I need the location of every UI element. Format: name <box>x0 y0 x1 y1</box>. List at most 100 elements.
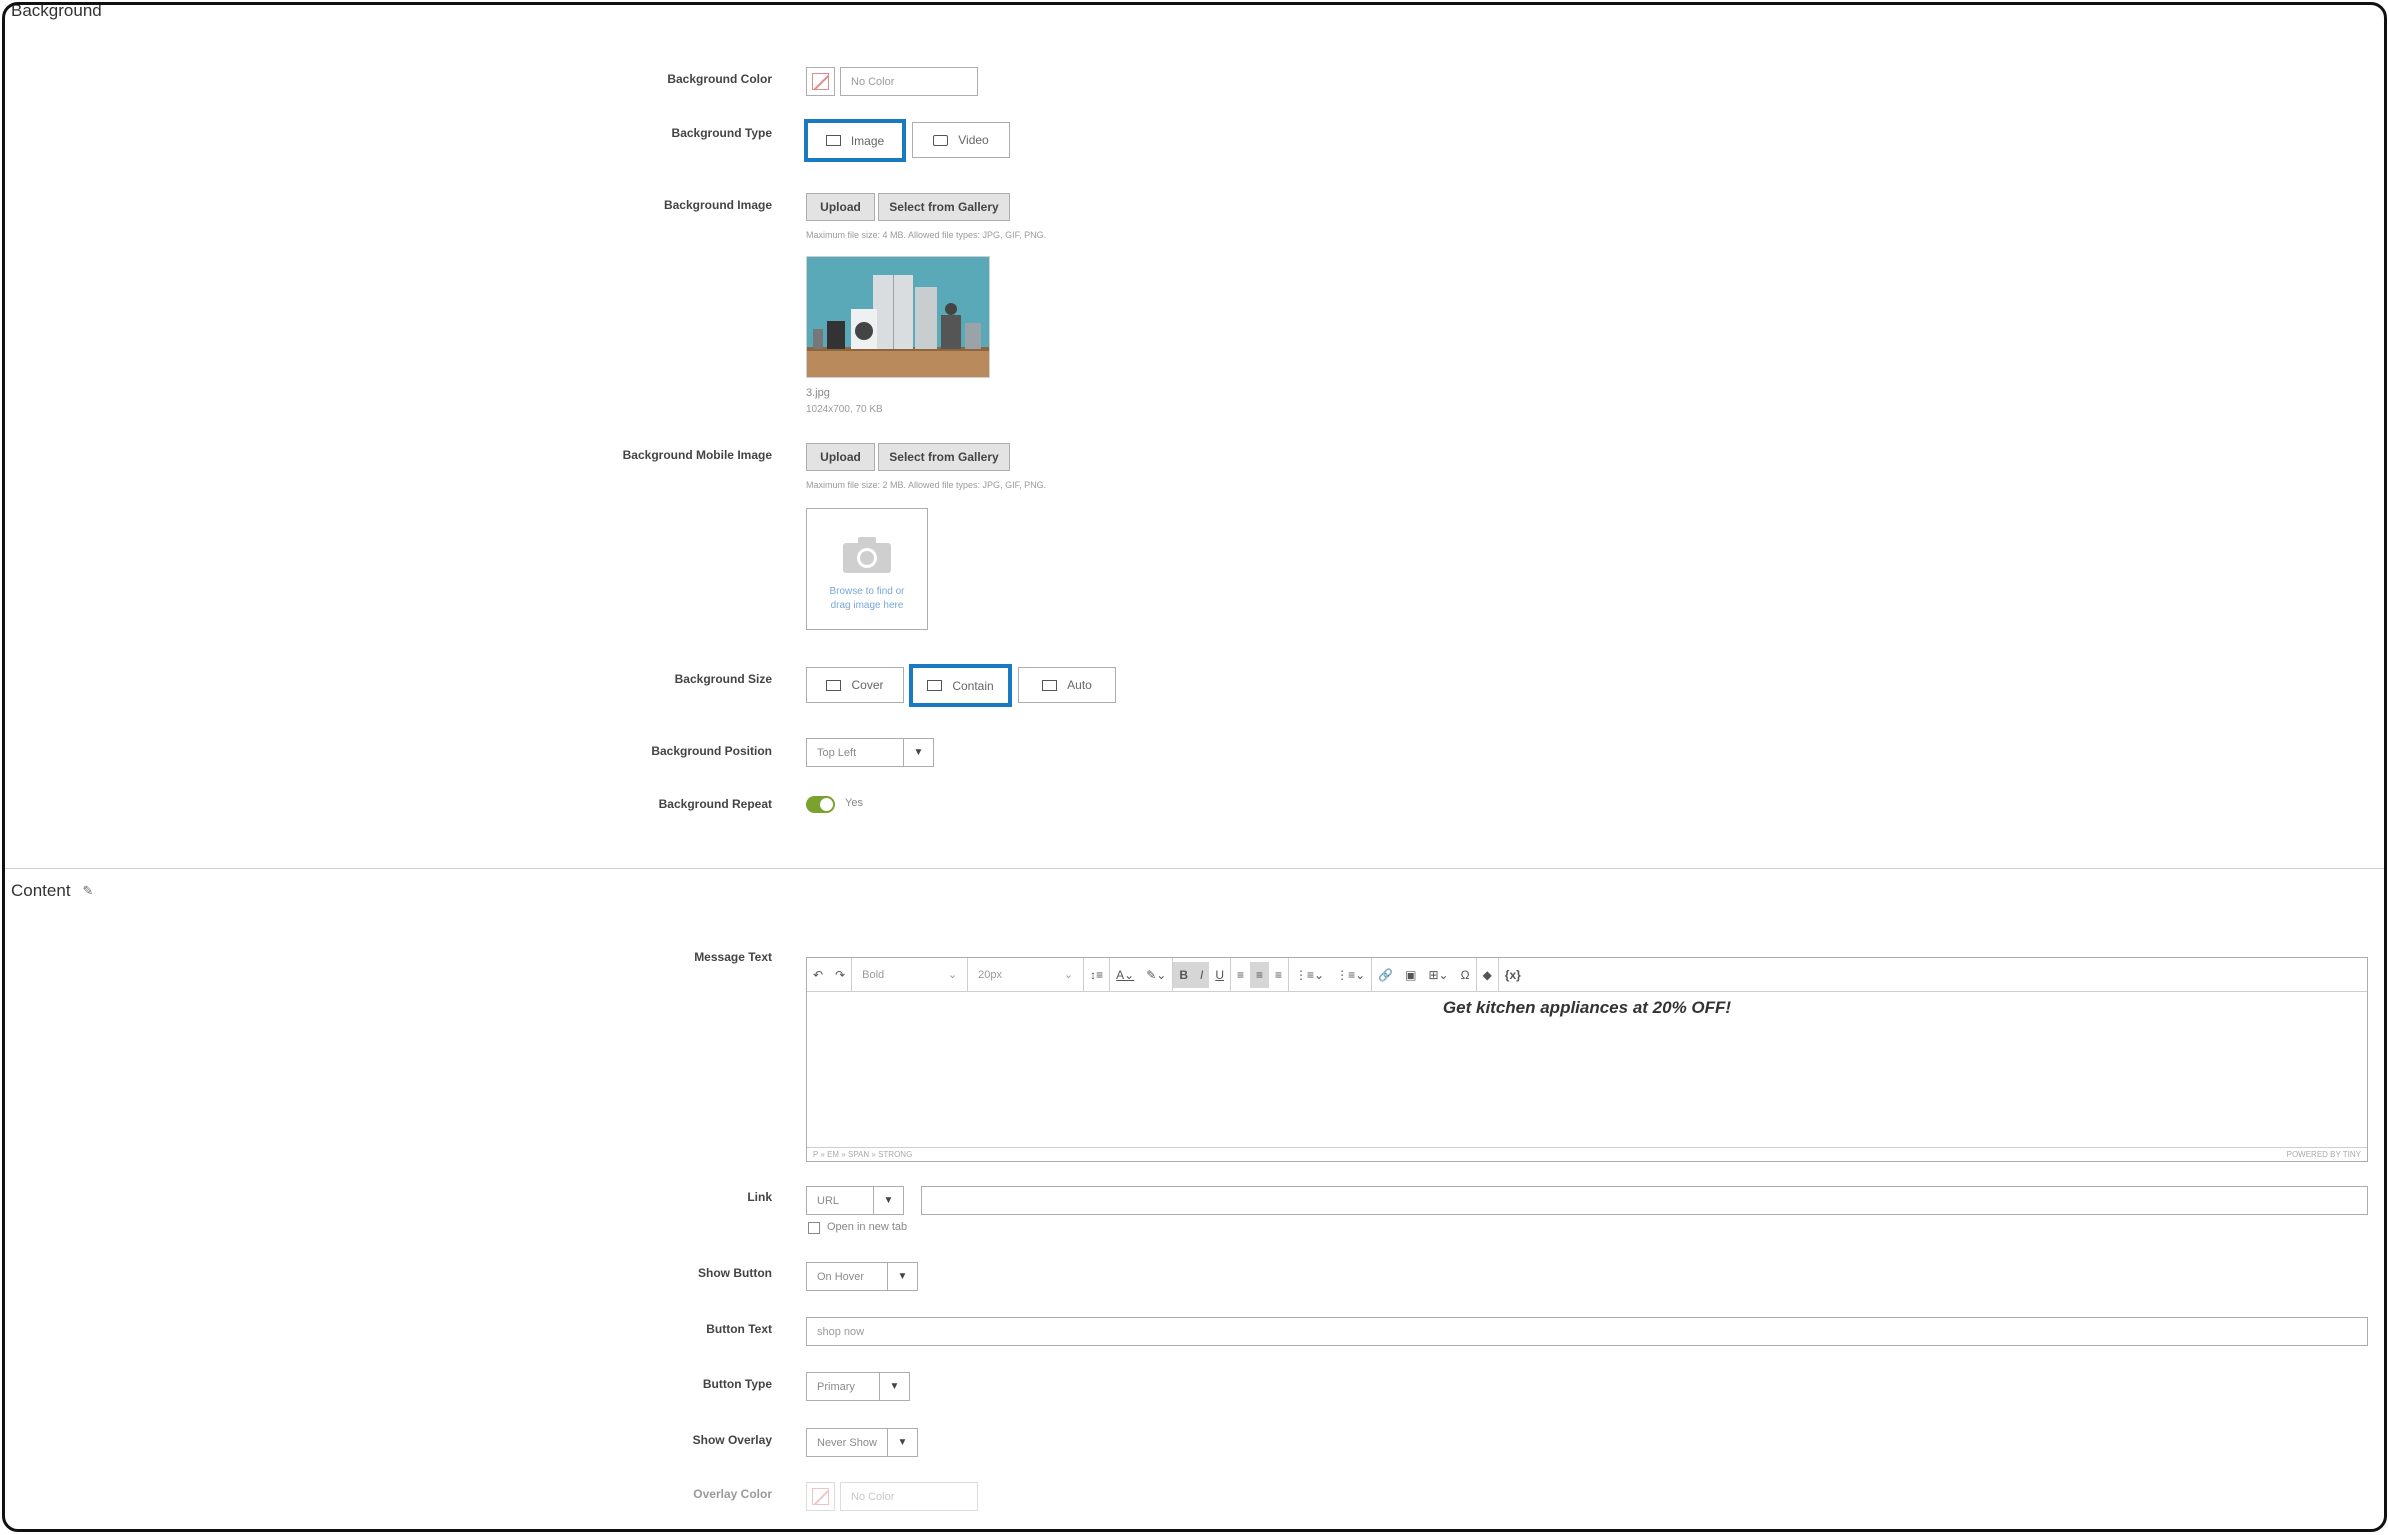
show-button-label: Show Button <box>698 1266 772 1280</box>
background-repeat-value: Yes <box>845 797 863 809</box>
font-size-select[interactable]: 20px ⌄ <box>968 957 1085 992</box>
open-in-new-tab-label: Open in new tab <box>827 1221 908 1233</box>
special-character-icon[interactable]: Ω <box>1455 962 1476 988</box>
background-position-label: Background Position <box>651 744 772 758</box>
align-left-icon[interactable]: ≡ <box>1231 962 1250 988</box>
background-image-gallery-button[interactable]: Select from Gallery <box>878 193 1010 221</box>
background-size-auto-label: Auto <box>1067 678 1092 692</box>
button-type-value: Primary <box>817 1380 855 1393</box>
chevron-down-icon: ▼ <box>887 1263 917 1290</box>
mobile-image-dropzone[interactable]: Browse to find or drag image here <box>806 508 928 630</box>
dropzone-text: Browse to find or drag image here <box>829 586 905 611</box>
message-text-editor[interactable]: ↶ ↷ Bold ⌄ 20px ⌄ ↕≡ A⌄ ✎⌄ B I U ≡ ≡ ≡ ⋮≡⌄… <box>806 957 2368 1162</box>
show-button-value: On Hover <box>817 1270 865 1283</box>
background-size-auto-option[interactable]: Auto <box>1018 667 1116 703</box>
background-color-input[interactable]: No Color <box>840 67 978 96</box>
bullet-list-icon[interactable]: ⋮≡⌄ <box>1330 962 1371 988</box>
background-type-image-option[interactable]: Image <box>804 119 906 162</box>
background-mobile-image-gallery-button[interactable]: Select from Gallery <box>878 443 1010 471</box>
auto-icon <box>1042 679 1058 691</box>
chevron-down-icon: ⌄ <box>1063 969 1074 981</box>
chevron-down-icon: ▼ <box>873 1187 903 1214</box>
editor-statusbar: P » EM » SPAN » STRONG POWERED BY TINY <box>807 1147 2367 1161</box>
show-overlay-value: Never Show <box>817 1436 877 1449</box>
background-size-contain-label: Contain <box>952 678 994 693</box>
background-position-select[interactable]: Top Left ▼ <box>806 738 934 767</box>
show-overlay-select[interactable]: Never Show ▼ <box>806 1428 918 1457</box>
background-repeat-label: Background Repeat <box>658 797 772 811</box>
chevron-down-icon: ▼ <box>879 1373 909 1400</box>
background-repeat-toggle[interactable] <box>806 796 835 813</box>
align-right-icon[interactable]: ≡ <box>1269 962 1288 988</box>
text-color-icon[interactable]: A⌄ <box>1110 962 1140 988</box>
background-image-note: Maximum file size: 4 MB. Allowed file ty… <box>806 230 1047 240</box>
background-color-swatch[interactable] <box>806 67 835 96</box>
background-size-cover-option[interactable]: Cover <box>806 667 904 703</box>
link-type-select[interactable]: URL ▼ <box>806 1186 904 1215</box>
button-text-input[interactable]: shop now <box>806 1317 2368 1346</box>
underline-icon[interactable]: U <box>1209 962 1230 988</box>
open-in-new-tab-checkbox[interactable] <box>808 1222 820 1234</box>
background-size-cover-label: Cover <box>851 678 884 692</box>
button-type-label: Button Type <box>702 1377 772 1391</box>
message-text-content[interactable]: Get kitchen appliances at 20% OFF! <box>807 998 2367 1018</box>
background-image-thumbnail[interactable] <box>806 256 990 378</box>
chevron-down-icon: ▼ <box>887 1429 917 1456</box>
kitchen-appliances-photo <box>807 257 989 377</box>
section-title-background: Background <box>11 2 102 20</box>
background-type-label: Background Type <box>671 126 772 140</box>
italic-icon[interactable]: I <box>1193 961 1210 988</box>
align-center-icon[interactable]: ≡ <box>1250 961 1270 988</box>
background-image-upload-button[interactable]: Upload <box>806 193 875 221</box>
insert-image-icon[interactable]: ▣ <box>1399 962 1422 988</box>
button-text-label: Button Text <box>706 1322 772 1336</box>
background-size-contain-option[interactable]: Contain <box>909 664 1012 707</box>
section-title-content: Content <box>11 881 71 900</box>
message-text-label: Message Text <box>694 950 772 964</box>
link-icon[interactable]: 🔗 <box>1372 962 1399 988</box>
button-type-select[interactable]: Primary ▼ <box>806 1372 910 1401</box>
background-image-file-meta: 1024x700, 70 KB <box>806 404 883 415</box>
background-image-label: Background Image <box>663 198 772 212</box>
show-overlay-label: Show Overlay <box>692 1433 772 1447</box>
background-mobile-image-upload-button[interactable]: Upload <box>806 443 875 471</box>
background-size-label: Background Size <box>674 672 772 686</box>
page-builder-panel: Background Background Color No Color Bac… <box>2 2 2387 1532</box>
link-label: Link <box>747 1190 772 1204</box>
overlay-color-input[interactable]: No Color <box>840 1482 978 1511</box>
show-button-select[interactable]: On Hover ▼ <box>806 1262 918 1291</box>
link-url-input[interactable] <box>921 1186 2368 1215</box>
overlay-color-swatch[interactable] <box>806 1482 835 1511</box>
editor-element-path: P » EM » SPAN » STRONG <box>813 1150 913 1159</box>
pencil-icon[interactable]: ✎ <box>83 883 94 899</box>
highlight-color-icon[interactable]: ✎⌄ <box>1140 962 1172 988</box>
overlay-color-label: Overlay Color <box>693 1487 772 1501</box>
chevron-down-icon: ⌄ <box>947 969 958 981</box>
contain-icon <box>927 680 943 691</box>
image-icon <box>825 135 841 146</box>
section-divider <box>5 868 2384 869</box>
format-select[interactable]: Bold ⌄ <box>852 957 969 992</box>
variable-icon[interactable]: {x} <box>1499 962 1527 988</box>
no-color-icon <box>812 1488 829 1505</box>
numbered-list-icon[interactable]: ⋮≡⌄ <box>1289 962 1330 988</box>
font-size-select-value: 20px <box>978 968 1002 981</box>
redo-icon[interactable]: ↷ <box>829 962 851 988</box>
cover-icon <box>826 679 842 691</box>
widget-icon[interactable]: ◆ <box>1477 962 1498 988</box>
section-title-content-row: Content ✎ <box>11 881 93 901</box>
background-type-video-option[interactable]: Video <box>912 122 1010 158</box>
background-type-image-label: Image <box>850 133 885 148</box>
background-type-video-label: Video <box>958 133 989 147</box>
chevron-down-icon: ▼ <box>903 739 933 766</box>
no-color-icon <box>812 73 829 90</box>
video-icon <box>933 134 949 146</box>
background-mobile-image-label: Background Mobile Image <box>622 448 772 462</box>
background-image-file-name: 3.jpg <box>806 387 830 399</box>
bold-icon[interactable]: B <box>1173 961 1194 988</box>
table-icon[interactable]: ⊞⌄ <box>1422 962 1454 988</box>
line-height-icon[interactable]: ↕≡ <box>1084 962 1109 988</box>
background-position-value: Top Left <box>817 746 857 759</box>
editor-toolbar: ↶ ↷ Bold ⌄ 20px ⌄ ↕≡ A⌄ ✎⌄ B I U ≡ ≡ ≡ ⋮≡⌄… <box>807 957 2367 992</box>
undo-icon[interactable]: ↶ <box>807 962 829 988</box>
